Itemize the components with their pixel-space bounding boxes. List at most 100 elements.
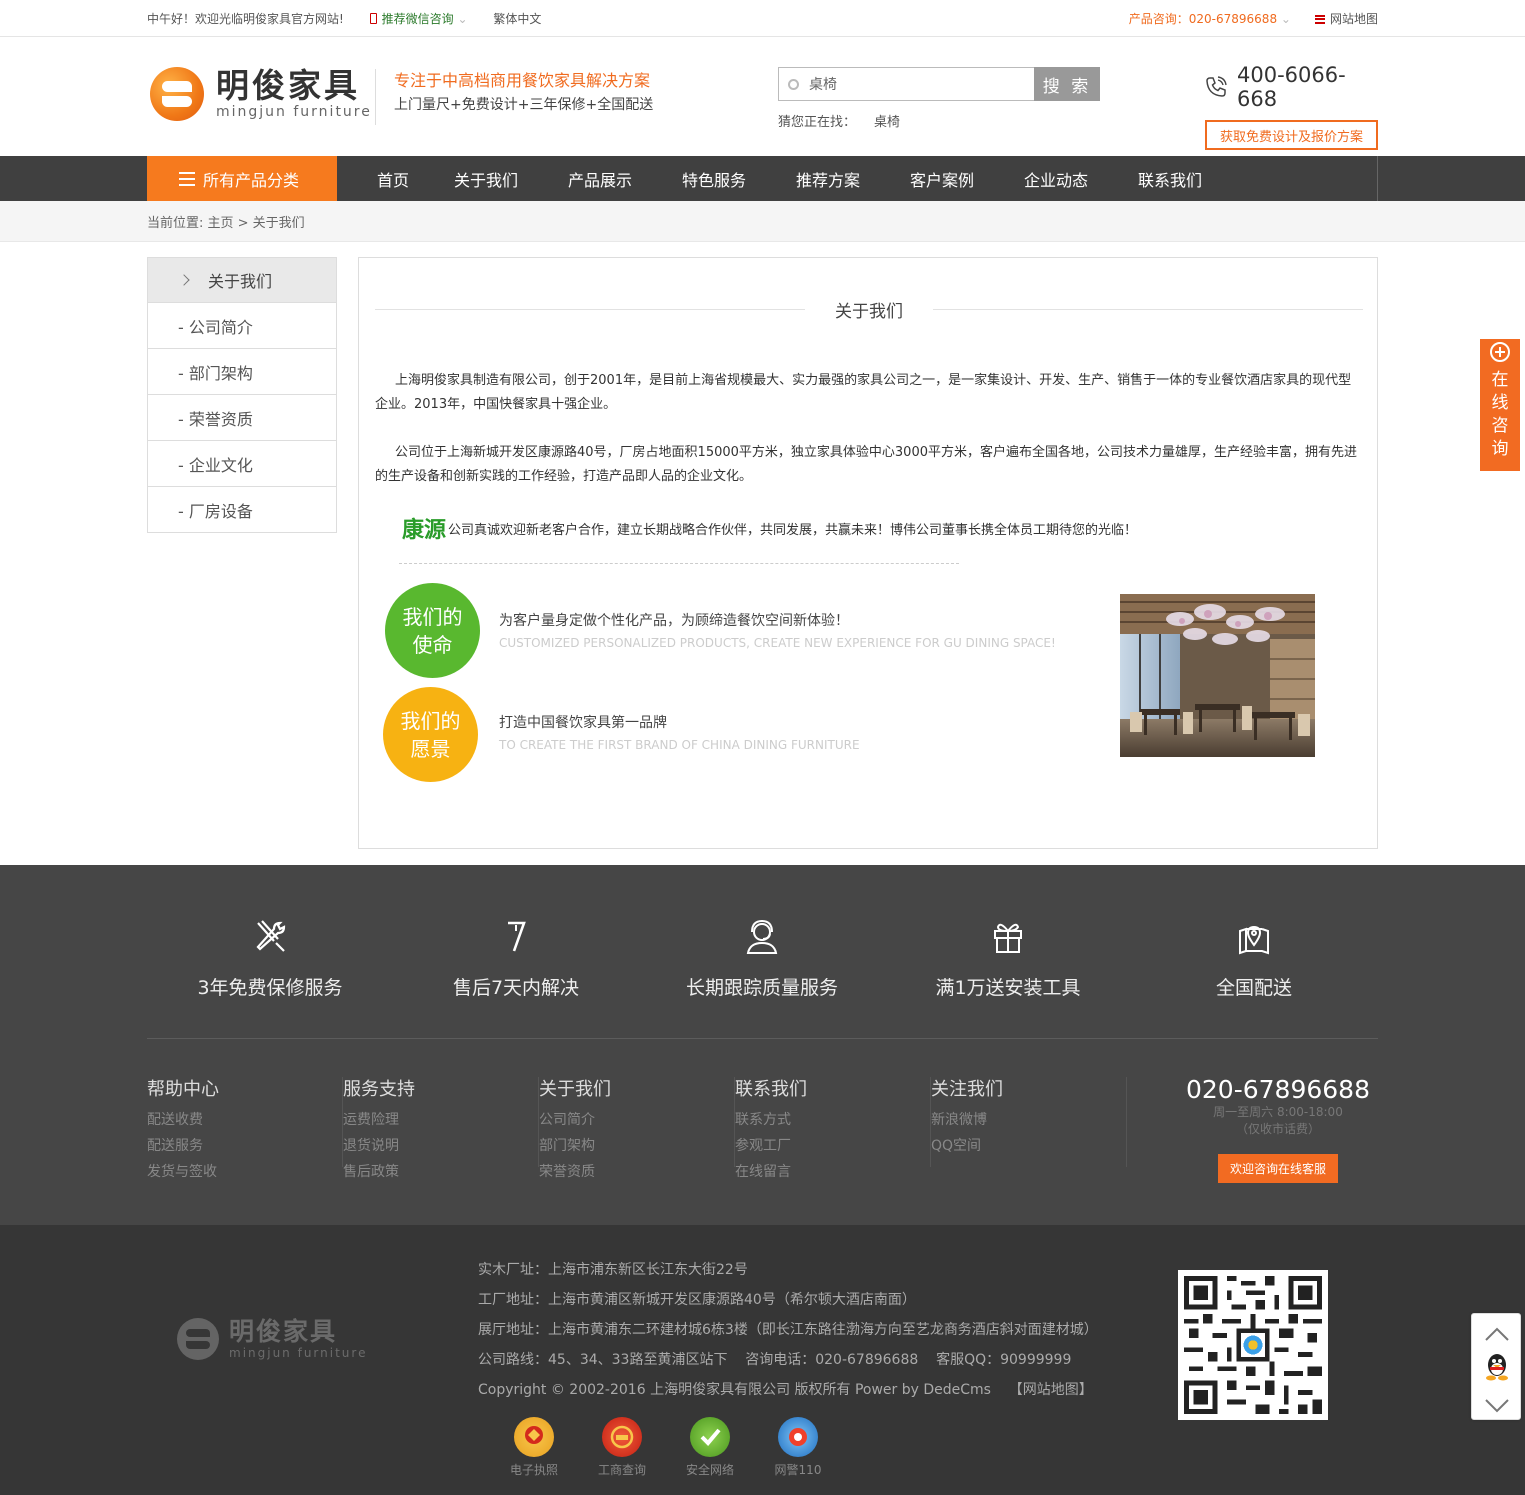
scroll-up-icon[interactable] (1485, 1326, 1509, 1350)
slogan: 专注于中高档商用餐饮家具解决方案 上门量尺+免费设计+三年保修+全国配送 (375, 69, 653, 125)
free-quote-button[interactable]: 获取免费设计及报价方案 (1205, 120, 1378, 150)
support-person-icon (746, 919, 778, 954)
online-service-button[interactable]: 欢迎咨询在线客服 (1218, 1154, 1338, 1183)
qq-icon[interactable] (1484, 1352, 1510, 1382)
footer-links: 帮助中心 配送收费 配送服务 发货与签收 服务支持 运费险理 退货说明 售后政策… (147, 1077, 1127, 1180)
service-7days: 售后7天内解决 (393, 917, 639, 1000)
chevron-right-icon (178, 274, 190, 286)
service-tracking: 长期跟踪质量服务 (639, 917, 885, 1000)
service-warranty: 3年免费保修服务 (147, 917, 393, 1000)
hotline-number: 400-6066-668 (1205, 63, 1378, 111)
footer-link[interactable]: 发货与签收 (147, 1159, 342, 1185)
footer-link[interactable]: 退货说明 (343, 1133, 538, 1159)
logo-cn: 明俊家具 (216, 66, 360, 105)
footer-link[interactable]: 部门架构 (539, 1133, 734, 1159)
footer-link[interactable]: 联系方式 (735, 1107, 930, 1133)
mission-text: 为客户量身定做个性化产品，为顾缔造餐饮空间新体验！ CUSTOMIZED PER… (499, 613, 1056, 650)
sidebar-title[interactable]: 关于我们 (148, 258, 336, 303)
phone-icon (369, 12, 377, 24)
sidebar-item-intro[interactable]: - 公司简介 (148, 303, 336, 349)
certification-badges: 电子执照 工商查询 安全网络 网警110 (490, 1417, 842, 1478)
footer-phone: 020-67896688 (1186, 1075, 1370, 1104)
nav-home[interactable]: 首页 (357, 156, 429, 201)
inspect-icon (602, 1417, 642, 1457)
site-footer: 明俊家具 mingjun furniture 实木厂址：上海市浦东新区长江东大街… (0, 1225, 1525, 1495)
nav-cases[interactable]: 客户案例 (885, 156, 999, 201)
footer-link[interactable]: QQ空间 (931, 1133, 1126, 1159)
nav-services[interactable]: 特色服务 (657, 156, 771, 201)
intro-paragraph-1: 上海明俊家具制造有限公司，创于2001年，是目前上海省规模最大、实力最强的家具公… (375, 373, 1352, 412)
gift-icon (994, 923, 1022, 953)
mission-badge: 我们的 使命 (385, 583, 480, 678)
footer-link[interactable]: 在线留言 (735, 1159, 930, 1185)
search-input[interactable]: 桌椅 (778, 67, 1034, 101)
all-categories-button[interactable]: 所有产品分类 (147, 156, 337, 201)
site-header: 明俊家具 mingjun furniture 专注于中高档商用餐饮家具解决方案 … (0, 37, 1525, 156)
greeting-text: 中午好！欢迎光临明俊家具官方网站! (147, 11, 344, 26)
link-col-follow: 关注我们 新浪微博 QQ空间 (931, 1077, 1127, 1167)
online-consult-tab[interactable]: 在线咨询 (1480, 339, 1520, 471)
breadcrumb: 当前位置: 主页 > 关于我们 (0, 201, 1525, 242)
nav-contact[interactable]: 联系我们 (1113, 156, 1227, 201)
product-consult-phone[interactable]: 产品咨询：020-67896688 ⌄ (1129, 10, 1291, 27)
wechat-qr-code (1178, 1270, 1328, 1420)
link-col-contact: 联系我们 联系方式 参观工厂 在线留言 (735, 1077, 931, 1180)
seven-icon (508, 921, 526, 952)
nav-news[interactable]: 企业动态 (999, 156, 1113, 201)
service-gift: 满1万送安装工具 (885, 917, 1131, 1000)
footer-link[interactable]: 公司简介 (539, 1107, 734, 1133)
logo-icon (177, 1318, 219, 1360)
nav-solutions[interactable]: 推荐方案 (771, 156, 885, 201)
footer-link[interactable]: 新浪微博 (931, 1107, 1126, 1133)
site-logo[interactable]: 明俊家具 mingjun furniture (150, 67, 372, 121)
sidebar-item-structure[interactable]: - 部门架构 (148, 349, 336, 395)
footer-link[interactable]: 售后政策 (343, 1159, 538, 1185)
phone-call-icon (1205, 76, 1227, 98)
badge-license[interactable]: 电子执照 (490, 1417, 578, 1478)
plus-icon (1490, 342, 1510, 362)
content-panel: 关于我们 上海明俊家具制造有限公司，创于2001年，是目前上海省规模最大、实力最… (358, 257, 1378, 849)
footer-link[interactable]: 运费险理 (343, 1107, 538, 1133)
intro-paragraph-2: 公司位于上海新城开发区康源路40号，厂房占地面积15000平方米，独立家具体验中… (375, 445, 1357, 484)
search-icon (788, 79, 799, 90)
footer-logo: 明俊家具 mingjun furniture (177, 1318, 367, 1360)
badge-inspect[interactable]: 工商查询 (578, 1417, 666, 1478)
link-col-help: 帮助中心 配送收费 配送服务 发货与签收 (147, 1077, 343, 1180)
sidebar-item-culture[interactable]: - 企业文化 (148, 441, 336, 487)
service-section: 3年免费保修服务 售后7天内解决 长期跟踪质量服务 满1万送安装工具 全国配送 … (0, 865, 1525, 1225)
hot-word-link[interactable]: 桌椅 (874, 115, 900, 130)
menu-icon (179, 171, 195, 186)
traditional-chinese-link[interactable]: 繁体中文 (493, 12, 541, 26)
footer-link[interactable]: 参观工厂 (735, 1133, 930, 1159)
logo-icon (150, 67, 204, 121)
slogan-main: 专注于中高档商用餐饮家具解决方案 (394, 71, 651, 90)
wechat-consult-link[interactable]: 推荐微信咨询 ⌄ (369, 12, 468, 26)
footer-link[interactable]: 荣誉资质 (539, 1159, 734, 1185)
vision-badge: 我们的 愿景 (383, 687, 478, 782)
content-title: 关于我们 (375, 296, 1363, 322)
footer-link[interactable]: 配送服务 (147, 1133, 342, 1159)
footer-link[interactable]: 配送收费 (147, 1107, 342, 1133)
showroom-address: 展厅地址：上海市黄浦东二环建材城6栋3楼（即长江东路往渤海方向至艺龙商务酒店斜对… (478, 1322, 1098, 1338)
search-button[interactable]: 搜 索 (1034, 67, 1100, 101)
copyright: Copyright © 2002-2016 上海明俊家具有限公司 版权所有 Po… (478, 1382, 1093, 1398)
scroll-down-icon[interactable] (1485, 1398, 1509, 1414)
sidebar: 关于我们 - 公司简介 - 部门架构 - 荣誉资质 - 企业文化 - 厂房设备 (147, 257, 337, 533)
sitemap-link[interactable]: 网站地图 (1314, 10, 1378, 27)
welcome-line: 康源 公司真诚欢迎新老客户合作，建立长期战略合作伙伴，共同发展，共赢未来！博伟公司… (402, 512, 1137, 544)
nav-about[interactable]: 关于我们 (429, 156, 543, 201)
sidebar-item-honors[interactable]: - 荣誉资质 (148, 395, 336, 441)
route-info: 公司路线：45、34、33路至黄浦区站下 咨询电话：020-67896688 客… (478, 1352, 1072, 1368)
badge-police[interactable]: 网警110 (754, 1417, 842, 1478)
slogan-sub: 上门量尺+免费设计+三年保修+全国配送 (394, 97, 654, 113)
badge-safe[interactable]: 安全网络 (666, 1417, 754, 1478)
nav-products[interactable]: 产品展示 (543, 156, 657, 201)
main-nav: 所有产品分类 首页 关于我们 产品展示 特色服务 推荐方案 客户案例 企业动态 … (0, 156, 1525, 201)
service-hours: 周一至周六 8:00-18:00 (1213, 1105, 1343, 1119)
sidebar-item-factory[interactable]: - 厂房设备 (148, 487, 336, 533)
link-col-support: 服务支持 运费险理 退货说明 售后政策 (343, 1077, 539, 1180)
footer-contact: 020-67896688 周一至周六 8:00-18:00 （仅收市话费） 欢迎… (1178, 1075, 1378, 1183)
breadcrumb-text[interactable]: 当前位置: 主页 > 关于我们 (147, 212, 305, 231)
logo-en: mingjun furniture (216, 104, 372, 120)
divider (399, 563, 959, 564)
